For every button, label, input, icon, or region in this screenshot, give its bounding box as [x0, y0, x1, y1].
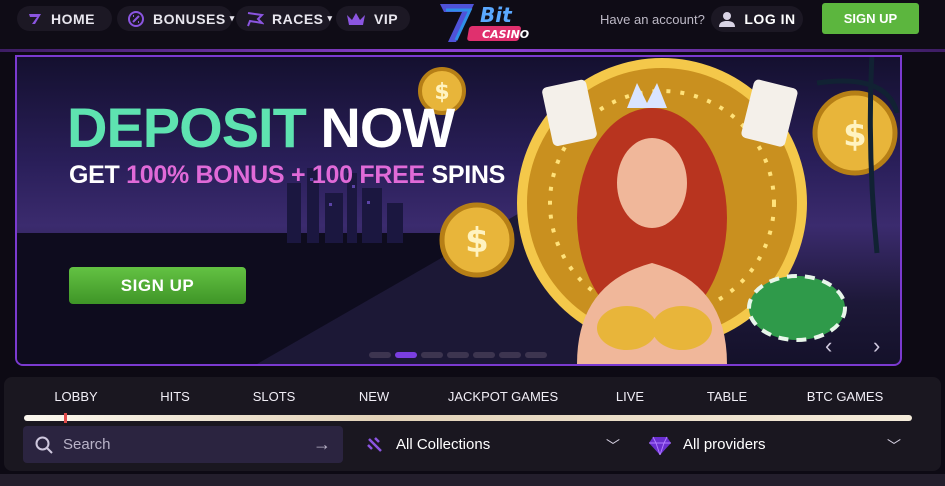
game-filter-panel: LOBBY HITS SLOTS NEW JACKPOT GAMES LIVE … [4, 377, 941, 471]
hero-subtitle: GET 100% BONUS + 100 FREE SPINS [69, 161, 505, 190]
nav-races[interactable]: RACES ▾ [236, 6, 333, 31]
crown-icon [347, 12, 365, 25]
category-tabs: LOBBY HITS SLOTS NEW JACKPOT GAMES LIVE … [4, 389, 941, 407]
footer-strip [0, 474, 945, 486]
carousel-dot[interactable] [369, 352, 391, 358]
collections-value: All Collections [396, 436, 491, 453]
carousel-dot[interactable] [525, 352, 547, 358]
svg-text:$: $ [465, 221, 489, 261]
hero-title-green: DEPOSIT [67, 96, 307, 159]
chevron-down-icon[interactable]: ﹀ [606, 436, 620, 456]
carousel-dot[interactable] [395, 352, 417, 358]
carousel-next-icon[interactable]: › [873, 333, 880, 359]
account-prompt: Have an account? [600, 12, 705, 27]
race-flag-icon [247, 11, 264, 26]
tab-btc-games[interactable]: BTC GAMES [807, 389, 884, 404]
carousel-dot[interactable] [473, 352, 495, 358]
nav-home[interactable]: HOME [17, 6, 112, 31]
collections-select[interactable]: All Collections [366, 426, 490, 463]
top-navigation: HOME BONUSES ▾ RACES ▾ VIP Bit CASINO Ha… [0, 0, 945, 52]
tab-hits[interactable]: HITS [160, 389, 190, 404]
bonus-icon [128, 10, 144, 27]
tab-new[interactable]: NEW [359, 389, 389, 404]
carousel-dot[interactable] [421, 352, 443, 358]
carousel-dot[interactable] [499, 352, 521, 358]
nav-vip-label: VIP [374, 10, 399, 27]
hero-title-white: NOW [305, 96, 455, 159]
login-button[interactable]: LOG IN [711, 6, 803, 32]
user-icon [719, 12, 736, 27]
hero-title: DEPOSIT NOW [67, 95, 455, 160]
nav-races-label: RACES [272, 10, 324, 27]
hero-sub-part: SPINS [424, 161, 506, 189]
carousel-dot[interactable] [447, 352, 469, 358]
scroll-indicator [64, 413, 67, 423]
chevron-down-icon[interactable]: ﹀ [887, 436, 901, 456]
tab-lobby[interactable]: LOBBY [54, 389, 97, 404]
hero-signup-button[interactable]: SIGN UP [69, 267, 246, 304]
tab-table[interactable]: TABLE [707, 389, 747, 404]
nav-bonuses-label: BONUSES [153, 10, 226, 27]
logo-mark-icon: Bit CASINO [440, 3, 529, 42]
hero-sub-part: GET [69, 161, 127, 189]
carousel-prev-icon[interactable]: ‹ [825, 333, 832, 359]
chevron-down-icon: ▾ [229, 13, 235, 23]
login-label: LOG IN [744, 11, 796, 27]
search-submit-icon[interactable]: → [313, 434, 331, 455]
collections-icon [367, 436, 382, 452]
search-box[interactable]: → [23, 426, 343, 463]
home-logo-icon [29, 13, 41, 24]
nav-vip[interactable]: VIP [336, 6, 410, 31]
tabs-scrollbar[interactable] [24, 413, 912, 423]
svg-text:$: $ [843, 115, 867, 155]
search-icon [35, 436, 53, 454]
svg-text:Bit: Bit [480, 3, 513, 27]
diamond-icon [649, 436, 671, 455]
svg-text:CASINO: CASINO [482, 28, 529, 41]
hero-banner[interactable]: $ $ $ DEPOSIT NOW GET 100% BONUS + 100 F… [15, 55, 902, 366]
carousel-dots [369, 352, 547, 358]
chevron-down-icon: ▾ [327, 13, 333, 23]
hero-sub-highlight: 100% BONUS + 100 FREE [126, 161, 425, 189]
nav-home-label: HOME [51, 10, 95, 27]
tab-jackpot-games[interactable]: JACKPOT GAMES [448, 389, 558, 404]
bitcasino-logo[interactable]: Bit CASINO [438, 0, 534, 48]
providers-select[interactable]: All providers [649, 426, 766, 463]
nav-bonuses[interactable]: BONUSES ▾ [117, 6, 235, 31]
signup-button[interactable]: SIGN UP [822, 3, 919, 34]
search-input[interactable] [63, 436, 303, 453]
providers-value: All providers [683, 436, 766, 453]
tab-slots[interactable]: SLOTS [253, 389, 296, 404]
tab-live[interactable]: LIVE [616, 389, 644, 404]
